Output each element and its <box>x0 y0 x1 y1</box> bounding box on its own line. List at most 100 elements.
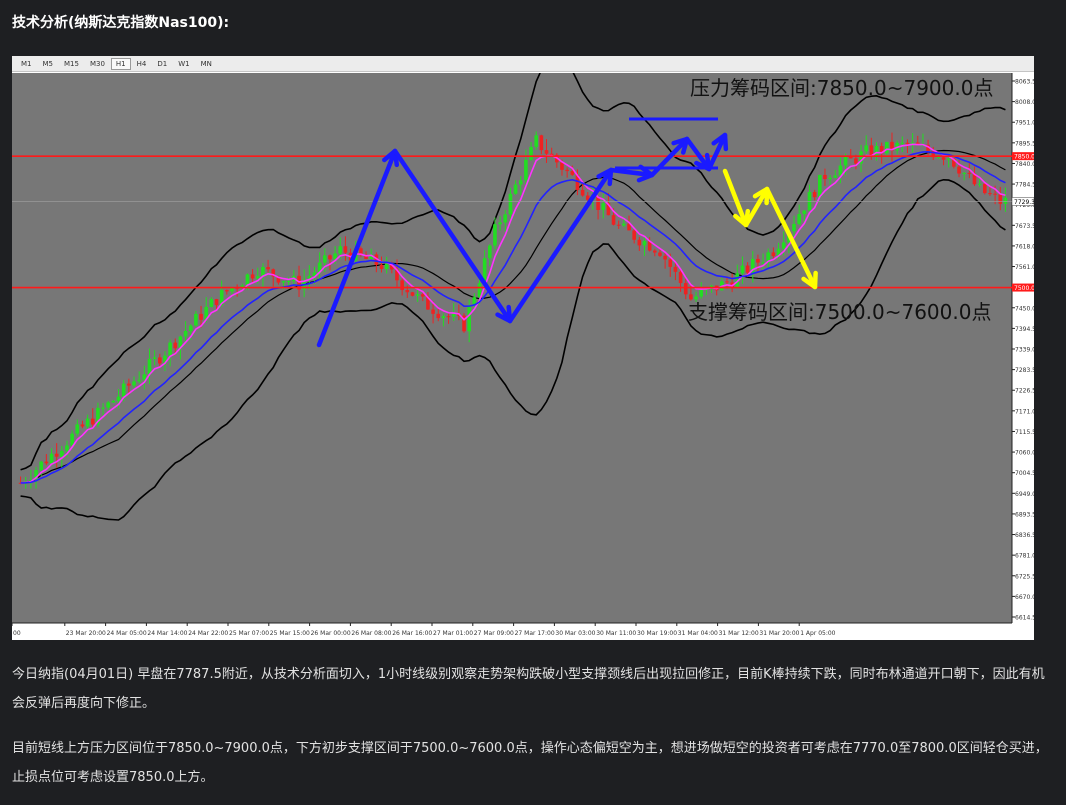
y-tick-label: 7561.0 <box>1015 264 1034 271</box>
candle-body <box>570 171 575 175</box>
candle-body <box>745 265 750 273</box>
candle-body <box>962 172 966 174</box>
candle-body <box>967 172 972 174</box>
candle-body <box>998 194 1003 204</box>
x-tick-label: 30 Mar 19:00 <box>637 630 677 637</box>
timeframe-button-h4[interactable]: H4 <box>132 58 152 70</box>
x-tick-label: 00 <box>13 630 21 637</box>
candle-body <box>65 445 69 451</box>
timeframe-button-w1[interactable]: W1 <box>173 58 194 70</box>
y-tick-label: 7226.5 <box>1015 388 1034 395</box>
candle-body <box>941 157 946 160</box>
y-tick-label: 8063.5 <box>1015 79 1034 86</box>
y-tick-label: 7171.0 <box>1015 408 1034 415</box>
candle-body <box>539 135 544 151</box>
candle-body <box>343 246 348 253</box>
y-tick-label: 7673.5 <box>1015 223 1034 230</box>
support-zone-label: 支撑筹码区间:7500.0~7600.0点 <box>688 300 991 324</box>
level-price-label: 7500.0 <box>1014 285 1034 292</box>
x-tick-label: 31 Mar 20:00 <box>759 630 799 637</box>
candle-body <box>152 357 157 359</box>
candle-body <box>266 267 270 270</box>
timeframe-button-m5[interactable]: M5 <box>38 58 59 70</box>
candle-body <box>833 175 838 178</box>
candle-body <box>781 242 786 249</box>
candle-body <box>255 276 260 279</box>
candle-body <box>725 281 729 283</box>
x-tick-label: 31 Mar 12:00 <box>719 630 759 637</box>
candle-body <box>405 290 410 293</box>
candle-body <box>771 252 776 257</box>
candle-body <box>451 313 456 317</box>
candle-body <box>632 230 636 240</box>
candle-body <box>524 159 528 181</box>
candle-body <box>116 396 121 401</box>
y-tick-label: 7394.5 <box>1015 326 1034 333</box>
candle-body <box>1003 197 1008 204</box>
timeframe-button-m1[interactable]: M1 <box>16 58 37 70</box>
candle-body <box>823 174 827 180</box>
candle-body <box>106 402 111 408</box>
candle-body <box>49 453 54 464</box>
trading-chart[interactable]: M1 M5 M15 M30 H1 H4 D1 W1 MN 8063.5 8008.0 7951.0 7… <box>12 56 1034 640</box>
candle-body <box>70 433 74 446</box>
candle-body <box>487 245 492 259</box>
candle-body <box>812 191 817 198</box>
y-tick-label: 6670.0 <box>1015 594 1034 601</box>
x-tick-label: 27 Mar 01:00 <box>433 630 473 637</box>
candle-body <box>946 158 951 160</box>
candle-body <box>905 142 910 144</box>
candle-body <box>44 461 49 464</box>
candle-body <box>328 255 332 260</box>
x-tick-label: 25 Mar 07:00 <box>229 630 269 637</box>
timeframe-button-m30[interactable]: M30 <box>85 58 110 70</box>
candle-body <box>843 156 848 166</box>
candle-body <box>183 331 188 337</box>
y-tick-label: 6725.5 <box>1015 573 1034 580</box>
timeframe-button-h1[interactable]: H1 <box>110 57 131 70</box>
candle-body <box>39 461 44 471</box>
candle-body <box>993 193 997 195</box>
timeframe-button-d1[interactable]: D1 <box>152 58 172 70</box>
timeframe-button-mn[interactable]: MN <box>196 58 217 70</box>
candle-body <box>534 135 539 147</box>
level-price-label: 7850.0 <box>1014 154 1034 161</box>
y-tick-label: 6781.0 <box>1015 553 1034 560</box>
candle-body <box>214 299 219 306</box>
y-tick-label: 7895.5 <box>1015 140 1034 147</box>
current-price-label: 7729.3 <box>1014 199 1034 206</box>
candle-body <box>658 252 662 256</box>
candle-body <box>518 180 523 185</box>
candle-body <box>673 266 678 272</box>
candle-body <box>60 450 64 457</box>
y-tick-label: 7951.0 <box>1015 120 1034 127</box>
candle-body <box>467 306 471 332</box>
x-tick-label: 27 Mar 09:00 <box>474 630 514 637</box>
page-title: 技术分析(纳斯达克指数Nas100): <box>12 15 230 31</box>
x-tick-label: 26 Mar 08:00 <box>351 630 391 637</box>
candle-body <box>436 313 441 319</box>
price-chart[interactable]: 8063.5 8008.0 7951.0 7895.5 7840.0 7784.5 7729… <box>12 73 1034 640</box>
candle-body <box>121 383 126 397</box>
candle-body <box>281 281 286 283</box>
candle-body <box>384 263 389 270</box>
x-tick-label: 23 Mar 20:00 <box>66 630 106 637</box>
candle-body <box>652 250 657 253</box>
candle-body <box>792 223 796 232</box>
candle-body <box>637 239 642 246</box>
candle-body <box>338 246 343 254</box>
candle-body <box>817 174 822 198</box>
candle-body <box>75 424 80 434</box>
candle-body <box>977 183 982 185</box>
timeframe-button-m15[interactable]: M15 <box>59 58 84 70</box>
candle-body <box>802 210 807 215</box>
candle-body <box>565 169 569 172</box>
candle-body <box>101 407 105 409</box>
candle-body <box>132 381 136 386</box>
candle-body <box>415 294 420 296</box>
y-tick-label: 7339.0 <box>1015 347 1034 354</box>
candle-body <box>957 166 961 174</box>
candle-body <box>699 289 704 297</box>
candle-body <box>854 158 858 164</box>
candle-body <box>225 290 229 292</box>
